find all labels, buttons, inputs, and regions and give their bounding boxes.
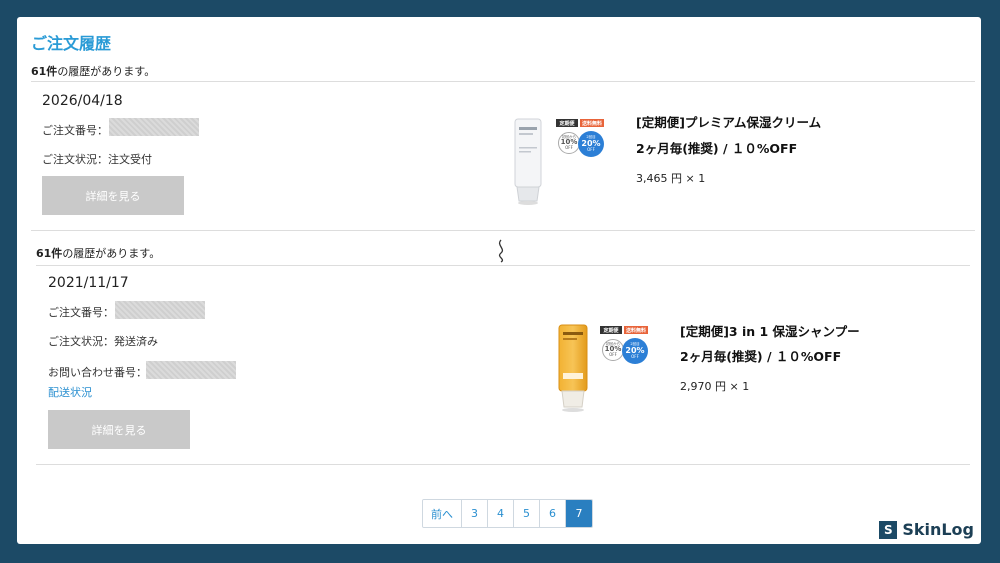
subscription-tag: 定期便 [556, 119, 578, 127]
history-count: 61件の履歴があります。 [31, 63, 155, 79]
shipping-status-link[interactable]: 配送状況 [48, 384, 92, 400]
page-title: ご注文履歴 [31, 34, 112, 53]
order-number-redacted [109, 118, 199, 136]
pagination-page[interactable]: 5 [514, 500, 540, 527]
pagination-prev[interactable]: 前へ [423, 500, 462, 527]
product-plan: 2ヶ月毎(推奨) / １０%OFF [680, 349, 842, 364]
subscription-tag: 定期便 [600, 326, 622, 334]
divider [31, 81, 975, 82]
history-count-number: 61件 [31, 65, 58, 78]
pagination-page[interactable]: 3 [462, 500, 488, 527]
order-history-card: ご注文履歴 61件の履歴があります。 2026/04/18 ご注文番号： ご注文… [17, 17, 981, 544]
free-shipping-tag: 送料無料 [624, 326, 648, 334]
order-number-redacted [115, 301, 205, 319]
shampoo-tube-image [558, 324, 588, 412]
product-title: [定期便]3 in 1 保湿シャンプー [680, 324, 860, 339]
history-count: 61件の履歴があります。 [36, 245, 160, 261]
order-date: 2026/04/18 [42, 93, 123, 109]
product-price: 2,970 円 × 1 [680, 380, 750, 393]
free-shipping-tag: 送料無料 [580, 119, 604, 127]
discount-badge-20: 2回目 20% OFF [578, 131, 604, 157]
discount-badge-10: 初回から 10% OFF [602, 339, 624, 361]
order-number-label: ご注文番号： [48, 306, 114, 319]
logo-mark: S [879, 520, 898, 539]
tracking-number-redacted [146, 361, 236, 379]
history-count-number: 61件 [36, 247, 63, 260]
divider [31, 230, 975, 231]
order-number-label: ご注文番号： [42, 124, 108, 137]
campaign-badges: 定期便 送料無料 初回から 10% OFF 2回目 20% OFF [600, 326, 650, 376]
pagination-page[interactable]: 6 [540, 500, 566, 527]
order-status: ご注文状況：発送済み [48, 335, 158, 348]
campaign-badges: 定期便 送料無料 初回から 10% OFF 2回目 20% OFF [556, 119, 606, 169]
discount-badge-20: 2回目 20% OFF [622, 338, 648, 364]
order-status: ご注文状況：注文受付 [42, 153, 152, 166]
skinlog-logo: S SkinLog [879, 520, 974, 539]
history-count-suffix: の履歴があります。 [62, 247, 161, 260]
omission-squiggle-icon [498, 239, 504, 263]
product-plan: 2ヶ月毎(推奨) / １０%OFF [636, 141, 798, 156]
discount-badge-10: 初回から 10% OFF [558, 132, 580, 154]
pagination: 前へ 3 4 5 6 7 [422, 499, 593, 528]
order-date: 2021/11/17 [48, 275, 129, 291]
tracking-number-label: お問い合わせ番号： [48, 366, 147, 379]
pagination-page[interactable]: 4 [488, 500, 514, 527]
logo-text: SkinLog [902, 520, 974, 539]
product-price: 3,465 円 × 1 [636, 172, 706, 185]
cream-tube-image [514, 118, 542, 205]
divider [36, 464, 970, 465]
divider [36, 265, 970, 266]
history-count-suffix: の履歴があります。 [57, 65, 156, 78]
product-title: [定期便]プレミアム保湿クリーム [636, 115, 822, 130]
view-details-button[interactable]: 詳細を見る [42, 176, 184, 215]
pagination-page-current[interactable]: 7 [566, 500, 592, 527]
view-details-button[interactable]: 詳細を見る [48, 410, 190, 449]
